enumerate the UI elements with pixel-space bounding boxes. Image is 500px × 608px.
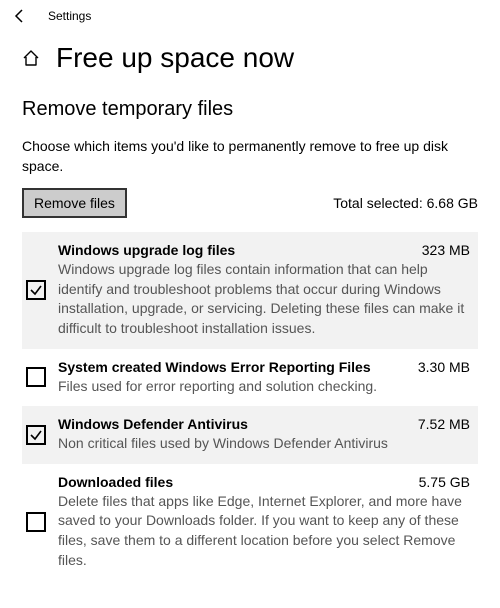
- checkmark-icon: [29, 428, 43, 442]
- home-icon[interactable]: [22, 49, 40, 67]
- item-description: Windows upgrade log files contain inform…: [58, 260, 470, 338]
- title-row: Free up space now: [0, 32, 500, 98]
- item-size: 3.30 MB: [418, 359, 470, 375]
- item-title: System created Windows Error Reporting F…: [58, 359, 371, 375]
- page-title: Free up space now: [56, 42, 294, 74]
- item-size: 7.52 MB: [418, 416, 470, 432]
- checkbox[interactable]: [26, 280, 46, 300]
- item-size: 5.75 GB: [419, 474, 470, 490]
- app-name: Settings: [48, 9, 91, 23]
- back-arrow-icon[interactable]: [12, 8, 28, 24]
- remove-files-button[interactable]: Remove files: [22, 188, 127, 218]
- item-title: Windows Defender Antivirus: [58, 416, 248, 432]
- checkbox[interactable]: [26, 367, 46, 387]
- total-selected-label: Total selected: 6.68 GB: [333, 195, 478, 211]
- section-heading: Remove temporary files: [22, 98, 478, 121]
- item-description: Non critical files used by Windows Defen…: [58, 434, 470, 454]
- list-item: Windows Defender Antivirus 7.52 MB Non c…: [22, 406, 478, 464]
- instructions-text: Choose which items you'd like to permane…: [22, 137, 478, 176]
- item-description: Files used for error reporting and solut…: [58, 377, 470, 397]
- list-item: System created Windows Error Reporting F…: [22, 349, 478, 407]
- window-header: Settings: [0, 0, 500, 32]
- checkmark-icon: [29, 283, 43, 297]
- action-row: Remove files Total selected: 6.68 GB: [22, 188, 478, 218]
- list-item: Downloaded files 5.75 GB Delete files th…: [22, 464, 478, 580]
- list-item: Windows upgrade log files 323 MB Windows…: [22, 232, 478, 348]
- checkbox[interactable]: [26, 425, 46, 445]
- item-title: Downloaded files: [58, 474, 173, 490]
- item-title: Windows upgrade log files: [58, 242, 235, 258]
- item-description: Delete files that apps like Edge, Intern…: [58, 492, 470, 570]
- checkbox[interactable]: [26, 512, 46, 532]
- item-size: 323 MB: [422, 242, 470, 258]
